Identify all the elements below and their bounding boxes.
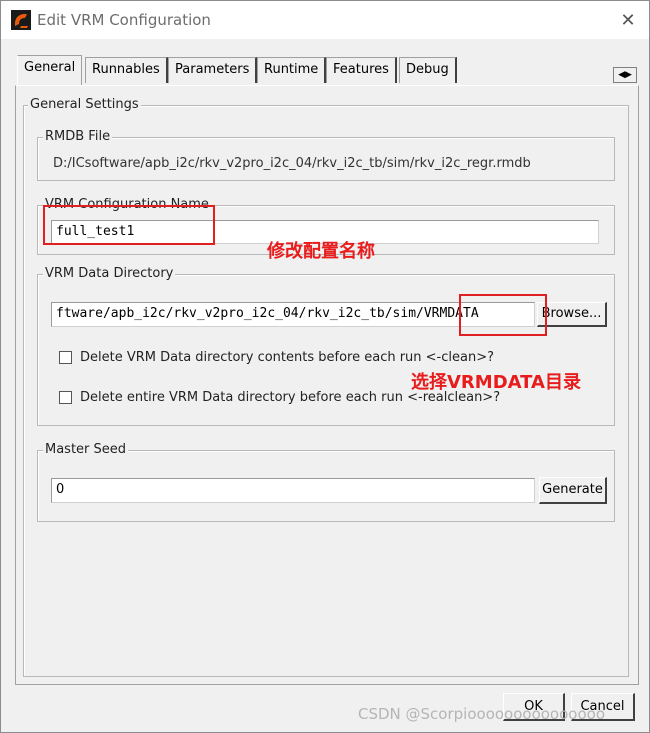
edit-vrm-configuration-window: Edit VRM Configuration ✕ General Runnabl…: [0, 0, 650, 733]
master-seed-legend: Master Seed: [43, 442, 129, 457]
app-logo-icon: [11, 10, 31, 30]
general-settings-legend: General Settings: [28, 97, 141, 112]
tab-bar: General Runnables Parameters Runtime Fea…: [1, 39, 649, 87]
tab-scroll-arrows-icon[interactable]: ◀▶: [613, 67, 637, 83]
data-directory-legend: VRM Data Directory: [43, 266, 176, 281]
clean-checkbox-label: Delete VRM Data directory contents befor…: [80, 350, 495, 365]
clean-checkbox[interactable]: [59, 351, 72, 364]
annotation-rename: 修改配置名称: [267, 241, 375, 262]
browse-button[interactable]: Browse...: [537, 302, 607, 327]
highlight-config-name: [43, 205, 215, 245]
tab-features[interactable]: Features: [326, 57, 397, 83]
window-title: Edit VRM Configuration: [37, 11, 211, 29]
generate-button[interactable]: Generate: [539, 477, 607, 504]
tab-general[interactable]: General: [17, 55, 83, 85]
realclean-checkbox[interactable]: [59, 391, 72, 404]
rmdb-file-legend: RMDB File: [43, 129, 113, 144]
tab-runnables[interactable]: Runnables: [85, 57, 168, 83]
realclean-checkbox-label: Delete entire VRM Data directory before …: [80, 390, 501, 405]
rmdb-file-path: D:/ICsoftware/apb_i2c/rkv_v2pro_i2c_04/r…: [53, 156, 531, 171]
tab-runtime[interactable]: Runtime: [257, 57, 327, 83]
title-bar: Edit VRM Configuration ✕: [1, 1, 649, 39]
tab-debug[interactable]: Debug: [399, 57, 457, 83]
master-seed-input[interactable]: 0: [51, 478, 535, 503]
tab-parameters[interactable]: Parameters: [168, 57, 258, 83]
csdn-watermark: CSDN @Scorpiooooooooooooooo: [358, 705, 605, 723]
close-icon[interactable]: ✕: [615, 9, 641, 33]
highlight-vrmdata: [459, 294, 547, 336]
